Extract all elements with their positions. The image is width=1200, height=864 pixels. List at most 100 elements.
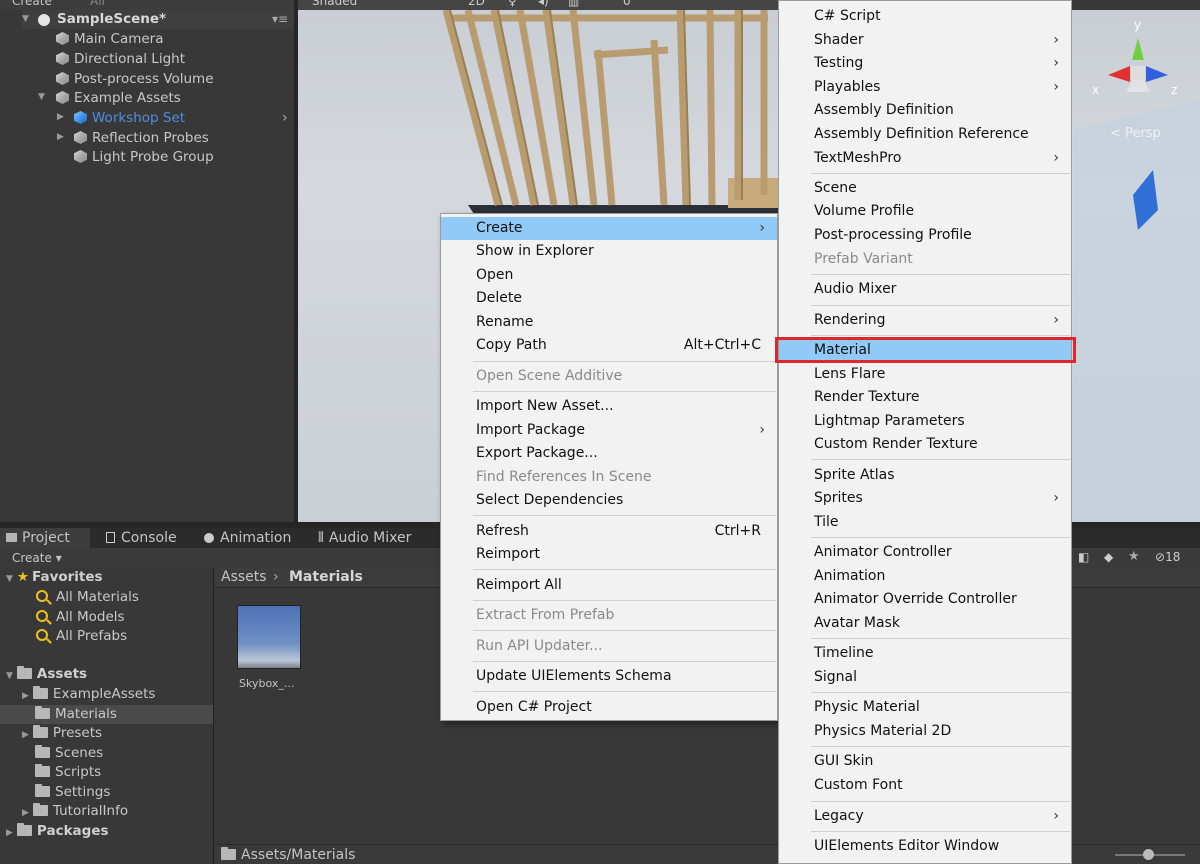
hierarchy-create-button[interactable]: Create (12, 0, 52, 8)
shading-mode-dropdown[interactable]: Shaded (312, 0, 357, 8)
slider-handle[interactable] (1143, 849, 1154, 860)
context-menu-item-delete[interactable]: Delete (441, 287, 777, 310)
create-menu-item-playables[interactable]: Playables › (779, 76, 1071, 99)
create-menu-item-avatar-mask[interactable]: Avatar Mask (779, 612, 1071, 635)
folder-exampleassets[interactable]: ▶ ExampleAssets (22, 685, 155, 704)
context-menu-item-show-in-explorer[interactable]: Show in Explorer (441, 240, 777, 263)
hierarchy-item-workshop-set[interactable]: Workshop Set (74, 109, 185, 128)
chevron-right-icon[interactable]: › (282, 110, 288, 126)
folder-scripts[interactable]: Scripts (35, 763, 101, 782)
create-menu-item-audio-mixer[interactable]: Audio Mixer (779, 278, 1071, 301)
context-menu-item-import-new-asset[interactable]: Import New Asset... (441, 395, 777, 418)
create-menu-item-custom-font[interactable]: Custom Font (779, 774, 1071, 797)
create-menu-item-testing[interactable]: Testing › (779, 52, 1071, 75)
breadcrumb-assets[interactable]: Assets (221, 569, 267, 585)
create-menu-item-signal[interactable]: Signal (779, 666, 1071, 689)
hierarchy-item-post-process-volume[interactable]: Post-process Volume (56, 70, 214, 89)
collapse-arrow-icon[interactable]: ▶ (22, 730, 29, 740)
effects-icon[interactable]: ▥ (568, 0, 579, 8)
expand-arrow-icon[interactable]: ▼ (38, 92, 45, 102)
hidden-packages-toggle[interactable]: ⊘18 (1155, 550, 1180, 564)
favorites-header[interactable]: ▼ ★ Favorites (6, 568, 103, 587)
create-menu-item-assembly-definition-reference[interactable]: Assembly Definition Reference (779, 123, 1071, 146)
create-menu-item-animator-override-controller[interactable]: Animator Override Controller (779, 588, 1071, 611)
favorite-all-prefabs[interactable]: All Prefabs (36, 627, 127, 646)
collapse-arrow-icon[interactable]: ▶ (57, 112, 64, 122)
create-menu-item-textmeshpro[interactable]: TextMeshPro › (779, 147, 1071, 170)
context-menu-item-open-c-project[interactable]: Open C# Project (441, 696, 777, 719)
context-menu-item-copy-path[interactable]: Copy Path Alt+Ctrl+C (441, 334, 777, 357)
hierarchy-item-example-assets[interactable]: Example Assets (56, 89, 181, 108)
create-menu-item-render-texture[interactable]: Render Texture (779, 386, 1071, 409)
context-menu-item-rename[interactable]: Rename (441, 311, 777, 334)
context-menu-item-import-package[interactable]: Import Package › (441, 419, 777, 442)
context-menu-item-export-package[interactable]: Export Package... (441, 442, 777, 465)
create-menu-item-shader[interactable]: Shader › (779, 29, 1071, 52)
context-menu-item-create[interactable]: Create › (441, 217, 777, 240)
create-menu-item-lightmap-parameters[interactable]: Lightmap Parameters (779, 410, 1071, 433)
hierarchy-item-directional-light[interactable]: Directional Light (56, 50, 185, 69)
mode-2d-toggle[interactable]: 2D (468, 0, 485, 8)
hierarchy-search-input[interactable]: All (90, 0, 105, 8)
create-menu-item-tile[interactable]: Tile (779, 511, 1071, 534)
persp-label[interactable]: < Persp (1110, 126, 1161, 141)
create-menu-item-gui-skin[interactable]: GUI Skin (779, 750, 1071, 773)
tab-project[interactable]: Project (0, 528, 90, 548)
create-menu-item-custom-render-texture[interactable]: Custom Render Texture (779, 433, 1071, 456)
packages-header[interactable]: ▶ Packages (6, 822, 109, 841)
context-menu-item-refresh[interactable]: Refresh Ctrl+R (441, 520, 777, 543)
create-menu-item-sprite-atlas[interactable]: Sprite Atlas (779, 464, 1071, 487)
x-axis-cone-icon[interactable] (1108, 66, 1130, 82)
create-menu-item-post-processing-profile[interactable]: Post-processing Profile (779, 224, 1071, 247)
collapse-arrow-icon[interactable]: ▶ (22, 691, 29, 701)
create-menu-item-volume-profile[interactable]: Volume Profile (779, 200, 1071, 223)
context-menu-item-extract-from-prefab[interactable]: Extract From Prefab (441, 604, 777, 627)
hidden-count[interactable]: 0 (623, 0, 631, 8)
gizmo-center-icon[interactable] (1131, 66, 1145, 80)
create-menu-item-prefab-variant[interactable]: Prefab Variant (779, 248, 1071, 271)
favorite-star-icon[interactable]: ★ (1128, 549, 1140, 564)
context-menu-item-find-references-in-scene[interactable]: Find References In Scene (441, 466, 777, 489)
hierarchy-item-light-probe-group[interactable]: Light Probe Group (74, 148, 214, 167)
favorite-all-materials[interactable]: All Materials (36, 588, 139, 607)
collapse-arrow-icon[interactable]: ▶ (6, 828, 13, 838)
audio-toggle-icon[interactable]: ◂) (538, 0, 549, 8)
create-menu-item-rendering[interactable]: Rendering › (779, 309, 1071, 332)
hierarchy-item-reflection-probes[interactable]: Reflection Probes (74, 129, 209, 148)
assets-header[interactable]: ▼ Assets (6, 665, 87, 684)
context-menu-item-open-scene-additive[interactable]: Open Scene Additive (441, 365, 777, 388)
folder-materials[interactable]: Materials (0, 705, 213, 724)
collapse-arrow-icon[interactable]: ▶ (57, 132, 64, 142)
create-menu-item-uielements-editor-window[interactable]: UIElements Editor Window (779, 835, 1071, 858)
create-menu-item-assembly-definition[interactable]: Assembly Definition (779, 99, 1071, 122)
folder-tutorialinfo[interactable]: ▶ TutorialInfo (22, 802, 128, 821)
expand-arrow-icon[interactable]: ▼ (6, 574, 13, 584)
filter-type-icon[interactable]: ◧ (1078, 550, 1089, 564)
tab-audio-mixer[interactable]: ⫴ Audio Mixer (312, 528, 432, 548)
scene-menu-icon[interactable]: ▾≡ (272, 10, 288, 29)
z-axis-cone-icon[interactable] (1146, 66, 1168, 82)
expand-arrow-icon[interactable]: ▼ (6, 671, 13, 681)
tab-animation[interactable]: Animation (198, 528, 308, 548)
tab-console[interactable]: Console (100, 528, 190, 548)
context-menu-item-update-uielements-schema[interactable]: Update UIElements Schema (441, 665, 777, 688)
create-menu-item-c-script[interactable]: C# Script (779, 5, 1071, 28)
hierarchy-item-main-camera[interactable]: Main Camera (56, 30, 164, 49)
orientation-gizmo[interactable]: y x z (1092, 18, 1178, 110)
folder-settings[interactable]: Settings (35, 783, 110, 802)
collapse-arrow-icon[interactable]: ▶ (22, 808, 29, 818)
context-menu-item-select-dependencies[interactable]: Select Dependencies (441, 489, 777, 512)
folder-presets[interactable]: ▶ Presets (22, 724, 102, 743)
context-menu-item-reimport[interactable]: Reimport (441, 543, 777, 566)
expand-arrow-icon[interactable]: ▼ (22, 10, 29, 29)
label-filter-icon[interactable]: ◆ (1104, 550, 1113, 564)
context-menu-item-open[interactable]: Open (441, 264, 777, 287)
breadcrumb-materials[interactable]: Materials (289, 569, 363, 585)
create-menu-item-timeline[interactable]: Timeline (779, 642, 1071, 665)
scene-header[interactable]: ▼ SampleScene* ▾≡ (22, 10, 296, 29)
create-menu-item-physics-material-2d[interactable]: Physics Material 2D (779, 720, 1071, 743)
create-menu-item-lens-flare[interactable]: Lens Flare (779, 363, 1071, 386)
create-menu-item-physic-material[interactable]: Physic Material (779, 696, 1071, 719)
create-menu-item-animator-controller[interactable]: Animator Controller (779, 541, 1071, 564)
lighting-toggle-icon[interactable]: ♀ (508, 0, 517, 8)
